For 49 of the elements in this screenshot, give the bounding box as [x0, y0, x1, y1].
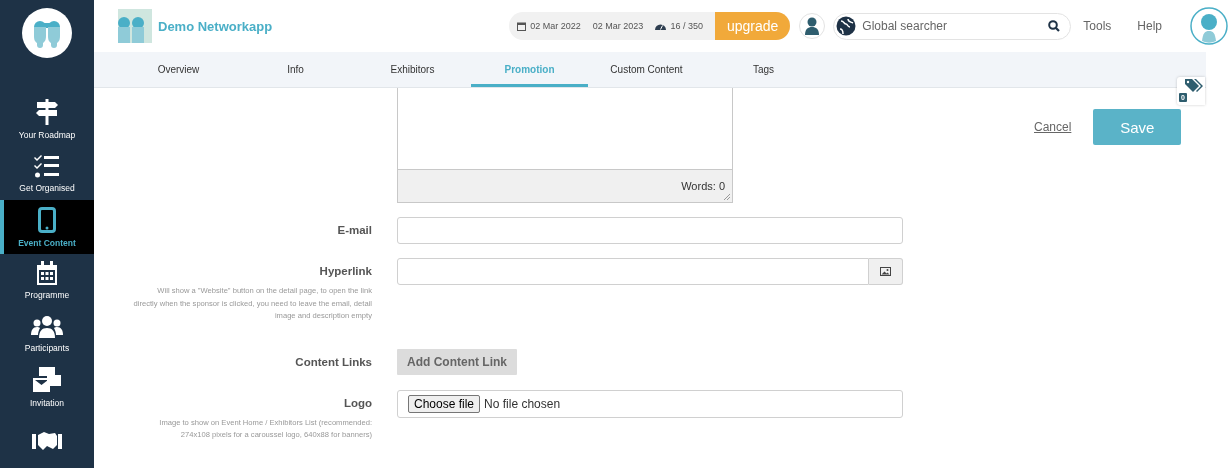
people-icon: [31, 315, 63, 338]
hyperlink-field[interactable]: [397, 258, 869, 285]
description-editor[interactable]: Words: 0: [397, 88, 733, 203]
end-date: 02 Mar 2023: [592, 21, 644, 31]
sidebar-item[interactable]: Your Roadmap: [0, 93, 94, 147]
tab[interactable]: Info: [237, 52, 354, 87]
image-button[interactable]: [869, 258, 903, 285]
header-link[interactable]: Tools: [1083, 19, 1112, 33]
image-icon: [880, 267, 891, 276]
add-content-link-button[interactable]: Add Content Link: [397, 348, 517, 375]
file-status: No file chosen: [484, 396, 561, 411]
person-icon: [805, 17, 820, 35]
app-name: Demo Networkapp: [158, 18, 273, 34]
header-link[interactable]: Help: [1137, 19, 1162, 33]
sidebar-item[interactable]: Get Organised: [0, 146, 94, 201]
email-field[interactable]: [397, 217, 903, 244]
tab[interactable]: Exhibitors: [354, 52, 471, 87]
resize-grip-icon: [724, 194, 730, 200]
app-logo: [22, 8, 72, 59]
sidebar-item[interactable]: Event Content: [0, 200, 94, 254]
field-label: Logo: [343, 395, 372, 411]
sidebar-item[interactable]: Programme: [0, 253, 94, 308]
handshake-icon: [32, 431, 62, 452]
tags-icon: [1185, 79, 1203, 95]
file-field[interactable]: Choose file No file chosen: [397, 389, 903, 418]
tab[interactable]: Custom Content: [588, 52, 705, 87]
avatar[interactable]: [1190, 7, 1228, 45]
search-icon: [1048, 20, 1061, 32]
sidebar-item[interactable]: Invitation: [0, 360, 94, 415]
field-label: Hyperlink: [319, 264, 372, 279]
envelope-cards-icon: [33, 367, 61, 394]
field-label: Content Links: [295, 354, 372, 370]
cancel-link[interactable]: Cancel: [1034, 120, 1072, 134]
usage-count: 16 / 350: [670, 21, 703, 31]
choose-file-button[interactable]: Choose file: [408, 394, 481, 413]
sidebar-item[interactable]: Participants: [0, 307, 94, 361]
search-placeholder: Global searcher: [862, 19, 948, 33]
start-date: 02 Mar 2022: [530, 21, 581, 31]
calendar-icon: [36, 261, 58, 286]
signpost-icon: [35, 99, 59, 126]
globe-icon: [836, 16, 857, 36]
tab[interactable]: Overview: [120, 52, 237, 87]
checklist-icon: [34, 154, 60, 179]
calendar-icon: [517, 21, 527, 31]
phone-icon: [38, 206, 56, 233]
event-logo: [118, 9, 152, 43]
field-label: E-mail: [337, 223, 372, 238]
tab[interactable]: Tags: [705, 52, 822, 87]
word-count: Words: 0: [681, 180, 725, 192]
